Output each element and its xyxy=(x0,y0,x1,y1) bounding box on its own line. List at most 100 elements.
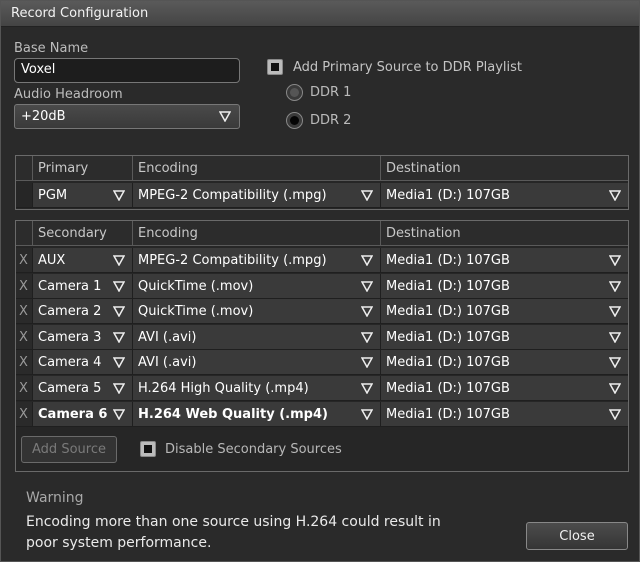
triangle-down-icon xyxy=(361,383,373,394)
triangle-down-icon xyxy=(113,306,125,318)
ddr-playlist-label: Add Primary Source to DDR Playlist xyxy=(293,60,523,75)
triangle-down-icon xyxy=(113,357,125,369)
base-name-label: Base Name xyxy=(14,41,89,56)
close-button[interactable]: Close xyxy=(526,522,628,550)
add-source-button[interactable]: Add Source xyxy=(21,436,117,463)
triangle-down-icon xyxy=(609,357,621,369)
remove-source-button[interactable]: X xyxy=(16,248,33,273)
header-spacer xyxy=(16,221,33,246)
x-icon: X xyxy=(19,381,28,396)
window-title: Record Configuration xyxy=(1,1,639,27)
triangle-down-icon xyxy=(361,280,373,292)
x-icon: X xyxy=(19,278,28,294)
table-row: X Camera 6 H.264 Web Quality (.mp4) Media1 … xyxy=(16,401,628,427)
triangle-down-icon xyxy=(609,306,621,318)
secondary-source-dropdown[interactable]: Camera 3 xyxy=(33,324,133,350)
triangle-down-icon xyxy=(361,255,373,266)
warning-text: Encoding more than one source using H.26… xyxy=(26,514,441,551)
triangle-down-icon xyxy=(609,332,621,343)
secondary-encoding-dropdown[interactable]: QuickTime (.mov) xyxy=(133,299,381,325)
audio-headroom-dropdown[interactable]: +20dB xyxy=(14,104,240,129)
secondary-destination-dropdown[interactable]: Media1 (D:) 107GB xyxy=(381,376,628,401)
triangle-down-icon xyxy=(609,383,621,394)
table-row: X Camera 2 QuickTime (.mov) Media1 (D:) 107… xyxy=(16,299,628,325)
table-row: X AUX MPEG-2 Compatibility (.mpg) Media1 (D… xyxy=(16,248,628,273)
triangle-down-icon xyxy=(609,255,621,266)
ddr1-radio[interactable] xyxy=(286,84,303,101)
secondary-source-dropdown[interactable]: AUX xyxy=(33,248,133,273)
triangle-down-icon xyxy=(361,357,373,369)
secondary-source-dropdown[interactable]: Camera 1 xyxy=(33,273,133,299)
header-secondary: Secondary xyxy=(33,221,133,246)
header-spacer xyxy=(16,156,33,181)
triangle-down-icon xyxy=(361,332,373,343)
triangle-down-icon xyxy=(113,408,125,420)
secondary-destination-dropdown[interactable]: Media1 (D:) 107GB xyxy=(381,401,628,427)
secondary-destination-dropdown[interactable]: Media1 (D:) 107GB xyxy=(381,248,628,273)
triangle-down-icon xyxy=(361,190,373,201)
secondary-destination-dropdown[interactable]: Media1 (D:) 107GB xyxy=(381,273,628,299)
row-spacer xyxy=(16,183,33,208)
ddr-playlist-checkbox[interactable] xyxy=(267,59,283,75)
secondary-encoding-dropdown[interactable]: AVI (.avi) xyxy=(133,350,381,376)
header-primary: Primary xyxy=(33,156,133,181)
primary-source-dropdown[interactable]: PGM xyxy=(33,183,133,208)
header-encoding: Encoding xyxy=(133,156,381,181)
x-icon: X xyxy=(19,329,28,345)
secondary-encoding-dropdown[interactable]: H.264 Web Quality (.mp4) xyxy=(133,401,381,427)
secondary-encoding-dropdown[interactable]: MPEG-2 Compatibility (.mpg) xyxy=(133,248,381,273)
primary-encoding-dropdown[interactable]: MPEG-2 Compatibility (.mpg) xyxy=(133,183,381,208)
x-icon: X xyxy=(19,304,28,320)
primary-source-table: Primary Encoding Destination PGM MPEG-2 … xyxy=(15,155,629,210)
disable-secondary-checkbox[interactable] xyxy=(140,441,156,457)
audio-headroom-value: +20dB xyxy=(21,109,66,124)
header-encoding: Encoding xyxy=(133,221,381,246)
record-configuration-dialog: Record Configuration Base Name Voxel Aud… xyxy=(0,0,640,562)
triangle-down-icon xyxy=(113,280,125,292)
triangle-down-icon xyxy=(361,408,373,420)
header-destination: Destination xyxy=(381,221,628,246)
table-row: X Camera 4 AVI (.avi) Media1 (D:) 107GB xyxy=(16,350,628,376)
secondary-destination-dropdown[interactable]: Media1 (D:) 107GB xyxy=(381,299,628,325)
triangle-down-icon xyxy=(113,190,125,201)
ddr1-label: DDR 1 xyxy=(310,85,352,100)
triangle-down-icon xyxy=(609,408,621,420)
secondary-encoding-dropdown[interactable]: H.264 High Quality (.mp4) xyxy=(133,376,381,401)
ddr2-radio[interactable] xyxy=(286,112,303,129)
triangle-down-icon xyxy=(609,280,621,292)
secondary-destination-dropdown[interactable]: Media1 (D:) 107GB xyxy=(381,324,628,350)
primary-destination-dropdown[interactable]: Media1 (D:) 107GB xyxy=(381,183,628,208)
remove-source-button[interactable]: X xyxy=(16,376,33,401)
triangle-down-icon xyxy=(609,190,621,201)
x-icon: X xyxy=(19,355,28,371)
triangle-down-icon xyxy=(113,383,125,394)
x-icon: X xyxy=(19,406,28,422)
table-row: X Camera 1 QuickTime (.mov) Media1 (D:) 107… xyxy=(16,273,628,299)
ddr2-label: DDR 2 xyxy=(310,113,352,128)
remove-source-button[interactable]: X xyxy=(16,299,33,325)
warning-title: Warning xyxy=(26,490,84,506)
remove-source-button[interactable]: X xyxy=(16,273,33,299)
table-row: PGM MPEG-2 Compatibility (.mpg) Media1 (… xyxy=(16,183,628,208)
x-icon: X xyxy=(19,253,28,268)
base-name-input[interactable]: Voxel xyxy=(14,58,240,83)
header-destination: Destination xyxy=(381,156,628,181)
remove-source-button[interactable]: X xyxy=(16,324,33,350)
disable-secondary-label: Disable Secondary Sources xyxy=(165,442,342,457)
audio-headroom-label: Audio Headroom xyxy=(14,87,123,102)
secondary-source-dropdown[interactable]: Camera 5 xyxy=(33,376,133,401)
secondary-source-dropdown[interactable]: Camera 2 xyxy=(33,299,133,325)
table-row: X Camera 3 AVI (.avi) Media1 (D:) 107GB xyxy=(16,324,628,350)
secondary-source-dropdown[interactable]: Camera 6 xyxy=(33,401,133,427)
remove-source-button[interactable]: X xyxy=(16,350,33,376)
secondary-source-dropdown[interactable]: Camera 4 xyxy=(33,350,133,376)
triangle-down-icon xyxy=(219,111,231,122)
table-row: X Camera 5 H.264 High Quality (.mp4) Media1… xyxy=(16,376,628,401)
secondary-destination-dropdown[interactable]: Media1 (D:) 107GB xyxy=(381,350,628,376)
triangle-down-icon xyxy=(113,332,125,343)
triangle-down-icon xyxy=(361,306,373,318)
secondary-encoding-dropdown[interactable]: QuickTime (.mov) xyxy=(133,273,381,299)
triangle-down-icon xyxy=(113,255,125,266)
secondary-encoding-dropdown[interactable]: AVI (.avi) xyxy=(133,324,381,350)
remove-source-button[interactable]: X xyxy=(16,401,33,427)
